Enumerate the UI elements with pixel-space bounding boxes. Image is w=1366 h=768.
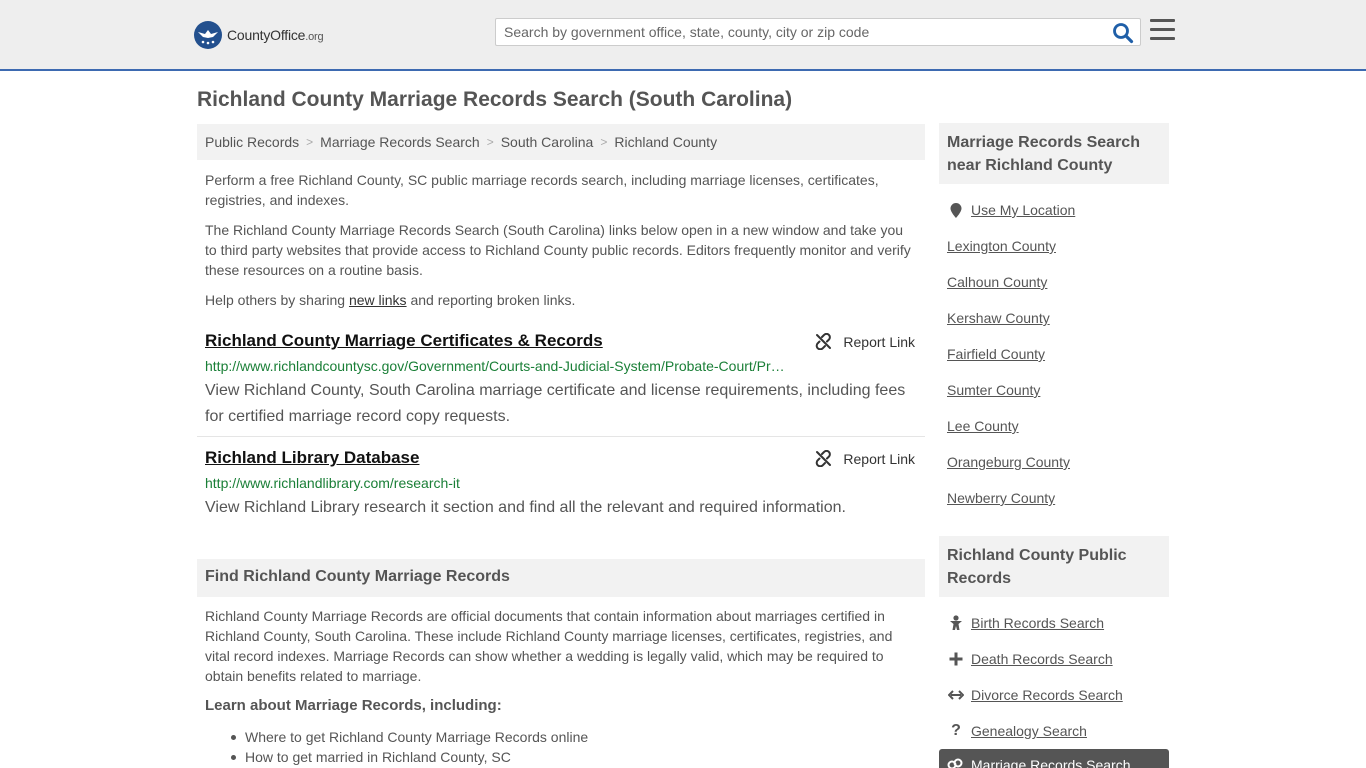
sidebar-item-county[interactable]: Fairfield County: [947, 336, 1167, 372]
nearby-heading: Marriage Records Search near Richland Co…: [939, 123, 1169, 184]
new-links-link[interactable]: new links: [349, 292, 407, 308]
sidebar-item-birth-records[interactable]: Birth Records Search: [947, 605, 1167, 641]
site-logo[interactable]: CountyOffice.org: [194, 21, 324, 49]
list-item: Where to get Richland County Marriage Re…: [230, 729, 589, 745]
search-input[interactable]: [496, 19, 1096, 45]
breadcrumb-separator: >: [486, 135, 494, 149]
result-title-link[interactable]: Richland Library Database: [205, 448, 419, 468]
sidebar-item-county[interactable]: Sumter County: [947, 372, 1167, 408]
result-description: View Richland Library research it sectio…: [205, 499, 846, 516]
report-link-button[interactable]: Report Link: [815, 333, 915, 350]
report-link-label: Report Link: [843, 450, 915, 467]
breadcrumb-separator: >: [306, 135, 314, 149]
intro-paragraph-1: Perform a free Richland County, SC publi…: [205, 172, 879, 208]
broken-link-icon: [816, 450, 832, 467]
nearby-list: Use My Location Lexington County Calhoun…: [947, 192, 1167, 516]
breadcrumb-marriage-records[interactable]: Marriage Records Search: [320, 134, 480, 150]
search-box: [495, 18, 1141, 46]
split-arrows-icon: [947, 689, 965, 701]
site-header: CountyOffice.org: [0, 0, 1366, 71]
public-records-heading: Richland County Public Records: [939, 536, 1169, 597]
public-records-list: Birth Records Search Death Records Searc…: [947, 605, 1167, 749]
gender-rings-icon: [947, 757, 965, 768]
find-section-heading: Find Richland County Marriage Records: [197, 559, 925, 597]
sidebar-item-divorce-records[interactable]: Divorce Records Search: [947, 677, 1167, 713]
sidebar-item-county[interactable]: Orangeburg County: [947, 444, 1167, 480]
sidebar-item-marriage-records-active[interactable]: Marriage Records Search: [939, 749, 1169, 768]
learn-heading: Learn about Marriage Records, including:: [205, 697, 502, 714]
sidebar-item-county[interactable]: Newberry County: [947, 480, 1167, 516]
breadcrumb-south-carolina[interactable]: South Carolina: [501, 134, 594, 150]
sidebar-item-county[interactable]: Calhoun County: [947, 264, 1167, 300]
list-item: How to get married in Richland County, S…: [230, 747, 588, 767]
sidebar-item-use-location[interactable]: Use My Location: [947, 192, 1167, 228]
search-icon[interactable]: [1112, 22, 1134, 44]
intro-paragraph-2: The Richland County Marriage Records Sea…: [205, 222, 911, 278]
learn-list: Where to get Richland County Marriage Re…: [230, 727, 589, 767]
result-divider: [197, 436, 925, 437]
hamburger-menu-icon[interactable]: [1150, 19, 1175, 43]
question-icon: ?: [951, 722, 961, 739]
report-link-label: Report Link: [843, 333, 915, 350]
sidebar-item-genealogy[interactable]: ? Genealogy Search: [947, 713, 1167, 749]
find-section-text: Richland County Marriage Records are off…: [205, 608, 893, 684]
broken-link-icon: [816, 333, 832, 350]
result-url[interactable]: http://www.richlandcountysc.gov/Governme…: [205, 358, 785, 374]
breadcrumb-separator: >: [600, 135, 608, 149]
cross-icon: [947, 652, 965, 666]
breadcrumb-public-records[interactable]: Public Records: [205, 134, 299, 150]
result-description: View Richland County, South Carolina mar…: [205, 382, 906, 425]
logo-text: CountyOffice.org: [227, 27, 324, 43]
intro-paragraph-3: Help others by sharing new links and rep…: [205, 292, 576, 308]
baby-icon: [947, 615, 965, 631]
sidebar-item-county[interactable]: Lee County: [947, 408, 1167, 444]
breadcrumb-richland-county[interactable]: Richland County: [614, 134, 717, 150]
sidebar-item-county[interactable]: Lexington County: [947, 228, 1167, 264]
report-link-button[interactable]: Report Link: [815, 450, 915, 467]
eagle-logo-icon: [194, 21, 222, 49]
sidebar-item-death-records[interactable]: Death Records Search: [947, 641, 1167, 677]
map-pin-icon: [947, 202, 965, 218]
page-title: Richland County Marriage Records Search …: [197, 88, 793, 111]
result-title-link[interactable]: Richland County Marriage Certificates & …: [205, 331, 603, 351]
breadcrumb: Public Records > Marriage Records Search…: [197, 124, 925, 160]
sidebar-item-county[interactable]: Kershaw County: [947, 300, 1167, 336]
result-url[interactable]: http://www.richlandlibrary.com/research-…: [205, 475, 460, 491]
